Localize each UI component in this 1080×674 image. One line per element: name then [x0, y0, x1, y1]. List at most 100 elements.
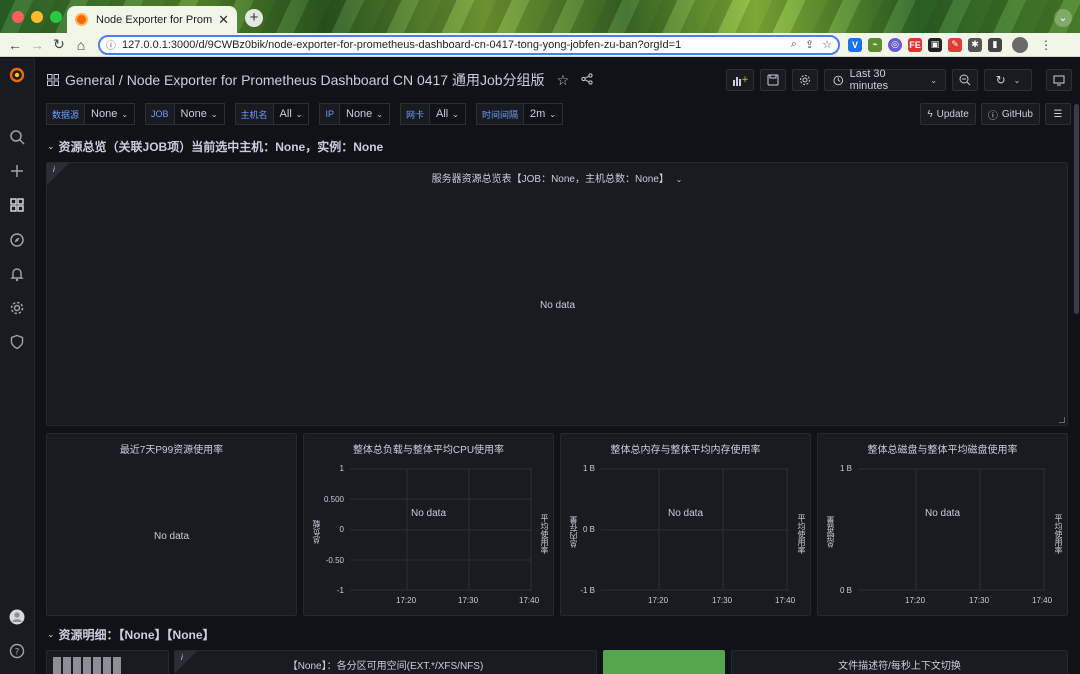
close-window-button[interactable]	[12, 11, 24, 23]
chevron-down-icon: ⌄	[121, 109, 129, 119]
site-info-icon[interactable]: ⓘ	[106, 37, 116, 52]
github-link-button[interactable]: ⓘ GitHub	[980, 103, 1040, 125]
tab-title: Node Exporter for Prometheus	[96, 13, 213, 26]
extension-circle-icon[interactable]: ◎	[888, 37, 902, 52]
y-tick: 0	[339, 525, 344, 534]
side-panel-icon[interactable]: ▮	[988, 37, 1002, 52]
grafana-side-menu: ?	[0, 58, 35, 674]
page-scrollbar[interactable]	[1074, 104, 1079, 314]
var-select-job[interactable]: None ⌄	[174, 103, 225, 125]
help-icon[interactable]: ?	[8, 642, 26, 660]
dashboard-settings-button[interactable]	[792, 69, 818, 91]
grafana-logo-icon[interactable]	[8, 66, 26, 84]
var-select-nic[interactable]: All ⌄	[430, 103, 466, 125]
row-title-detail-text: 资源明细：【None】【None】	[58, 628, 215, 642]
var-select-hostname[interactable]: All ⌄	[273, 103, 310, 125]
update-link-button[interactable]: ϟ Update	[920, 103, 976, 125]
browser-nav-bar: ← → ↻ ⌂ ⓘ 127.0.0.1:3000/d/9CWBz0bik/nod…	[0, 33, 1080, 57]
maximize-window-button[interactable]	[50, 11, 62, 23]
dashboard-title[interactable]: Node Exporter for Prometheus Dashboard C…	[127, 70, 545, 90]
dashboard-menu-button[interactable]: ☰	[1045, 103, 1071, 125]
panel-green-stat	[603, 650, 725, 674]
close-tab-icon[interactable]: ✕	[218, 13, 229, 26]
search-icon[interactable]	[8, 128, 26, 146]
bookmark-star-icon[interactable]: ☆	[822, 38, 832, 51]
favorite-star-icon[interactable]: ☆	[557, 72, 570, 89]
panel-file-descriptor: 文件描述符/每秒上下文切换	[731, 650, 1068, 674]
no-data-message: No data	[540, 300, 576, 311]
extension-chart-icon[interactable]: ⌁	[868, 37, 882, 52]
extensions-puzzle-icon[interactable]: ✱	[968, 37, 982, 52]
save-icon	[767, 74, 779, 86]
panel-title[interactable]: 最近7天P99资源使用率	[47, 441, 296, 456]
explore-compass-icon[interactable]	[8, 231, 26, 249]
chevron-down-icon: ⌄	[47, 141, 55, 151]
row-title-overview[interactable]: ⌄ 资源总览（关联JOB项）当前选中主机：None，实例：None	[47, 138, 383, 155]
var-select-ip[interactable]: None ⌄	[340, 103, 390, 125]
url-text[interactable]: 127.0.0.1:3000/d/9CWBz0bik/node-exporter…	[122, 39, 785, 51]
no-data-message: No data	[411, 508, 447, 519]
var-label-job: JOB	[145, 103, 175, 125]
share-page-icon[interactable]: ⇪	[805, 38, 814, 51]
back-arrow-icon[interactable]: ←	[4, 34, 26, 56]
new-tab-button[interactable]: +	[245, 9, 263, 27]
row-title-detail[interactable]: ⌄ 资源明细：【None】【None】	[47, 626, 215, 643]
var-label-interval: 时间间隔	[475, 103, 524, 125]
var-value-datasource: None	[91, 108, 118, 120]
extension-pen-icon[interactable]: ✎	[948, 37, 962, 52]
var-value-ip: None	[346, 108, 373, 120]
time-range-label: Last 30 minutes	[849, 68, 889, 92]
server-admin-shield-icon[interactable]	[8, 333, 26, 351]
resize-handle-icon[interactable]	[1059, 417, 1065, 423]
chevron-down-icon: ⌄	[210, 109, 218, 119]
y-tick: 1 B	[582, 464, 595, 473]
profile-avatar[interactable]	[1012, 36, 1028, 53]
dashboards-grid-icon[interactable]	[8, 196, 26, 214]
minimize-window-button[interactable]	[31, 11, 43, 23]
tv-mode-button[interactable]	[1046, 69, 1072, 91]
add-panel-button[interactable]: +	[726, 69, 754, 91]
panel-memory: 整体总内存与整体平均内存使用率 1 B 0 B -1 B 17:20 17:30…	[560, 433, 811, 616]
panel-title[interactable]: 服务器资源总览表【JOB：None，主机总数：None】 ⌄	[47, 170, 1067, 185]
alerting-bell-icon[interactable]	[8, 265, 26, 283]
y-tick: 1	[339, 464, 344, 473]
extension-box-icon[interactable]: ▣	[928, 37, 942, 52]
var-value-interval: 2m	[529, 108, 546, 120]
refresh-button[interactable]: ↻ ⌄	[984, 69, 1032, 91]
panel-title[interactable]: 【None】：各分区可用空间(EXT.*/XFS/NFS)	[175, 657, 596, 672]
zoom-out-button[interactable]	[952, 69, 978, 91]
chevron-down-icon: ⌄	[549, 109, 556, 119]
dashboard-grid-icon	[47, 74, 59, 86]
dashboard-top-nav: General / Node Exporter for Prometheus D…	[35, 58, 1080, 102]
breadcrumb-folder[interactable]: General	[65, 72, 115, 88]
panel-cpu: 整体总负载与整体平均CPU使用率 1 0.500 0 -0.50 -1 17:2…	[303, 433, 554, 616]
create-plus-icon[interactable]	[8, 162, 26, 180]
panel-title[interactable]: 文件描述符/每秒上下文切换	[732, 657, 1067, 672]
y-axis-left-label: 总内存量	[569, 516, 578, 548]
address-bar[interactable]: ⓘ 127.0.0.1:3000/d/9CWBz0bik/node-export…	[98, 34, 840, 55]
save-dashboard-button[interactable]	[760, 69, 786, 91]
reload-icon[interactable]: ↻	[48, 34, 70, 56]
share-dashboard-icon[interactable]	[581, 72, 593, 88]
var-select-interval[interactable]: 2m ⌄	[523, 103, 563, 125]
home-icon[interactable]: ⌂	[70, 34, 92, 56]
chevron-down-icon: ⌄	[675, 175, 683, 184]
forward-arrow-icon[interactable]: →	[26, 34, 48, 56]
no-data-message: No data	[668, 508, 704, 519]
zoom-icon[interactable]: ⌕	[791, 38, 797, 51]
extension-v-icon[interactable]: V	[848, 37, 862, 52]
x-tick: 17:30	[712, 596, 733, 605]
y-axis-left-label: 总磁盘量	[826, 516, 835, 548]
chevron-down-icon: ⌄	[452, 109, 459, 119]
refresh-interval-chevron-icon[interactable]: ⌄	[1014, 76, 1021, 85]
browser-tab[interactable]: Node Exporter for Prometheus ✕	[67, 6, 237, 33]
browser-menu-icon[interactable]: ⋮	[1040, 38, 1052, 52]
user-avatar[interactable]	[8, 608, 26, 626]
extension-fe-icon[interactable]: FE	[908, 37, 922, 52]
var-select-datasource[interactable]: None ⌄	[85, 103, 136, 125]
y-tick: -1	[336, 586, 344, 595]
time-range-picker[interactable]: Last 30 minutes ⌄	[824, 68, 946, 92]
tab-search-icon[interactable]: ⌄	[1054, 9, 1072, 27]
y-tick: -0.50	[325, 556, 344, 565]
configuration-gear-icon[interactable]	[8, 299, 26, 317]
